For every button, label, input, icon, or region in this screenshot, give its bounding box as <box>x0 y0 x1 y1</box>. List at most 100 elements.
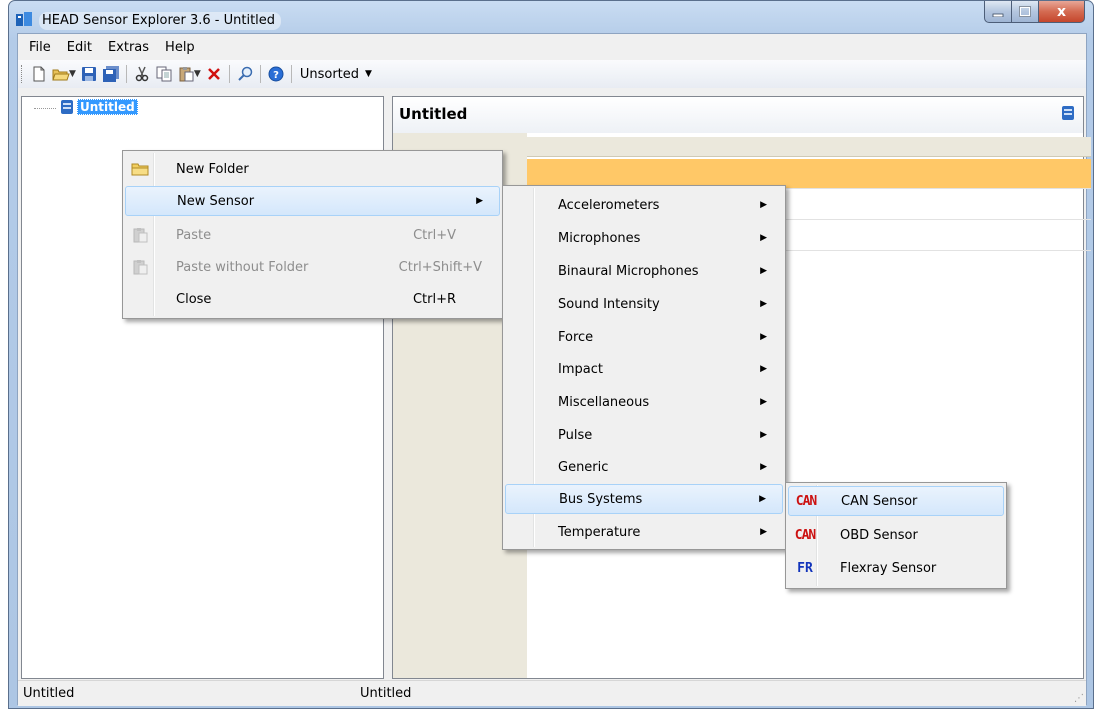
menu-item-label: Accelerometers <box>558 197 660 213</box>
delete-icon <box>207 68 220 80</box>
can-icon: CAN <box>795 493 817 509</box>
menu-item-paste-without-folder[interactable]: Paste without Folder Ctrl+Shift+V <box>125 252 500 282</box>
save-all-icon <box>102 66 119 82</box>
help-icon: ? <box>268 66 284 82</box>
title-bar[interactable]: HEAD Sensor Explorer 3.6 - Untitled x <box>9 1 1093 33</box>
menu-item-label: Binaural Microphones <box>558 263 699 279</box>
save-all-button[interactable] <box>100 63 122 85</box>
menu-item-paste[interactable]: Paste Ctrl+V <box>125 220 500 250</box>
menu-item-impact[interactable]: Impact ▶ <box>505 354 783 384</box>
sort-combo-value: Unsorted <box>299 66 360 82</box>
resize-grip-icon[interactable]: ⋰ <box>1074 693 1084 704</box>
grid-column-header <box>527 137 1091 157</box>
menu-item-generic[interactable]: Generic ▶ <box>505 452 783 482</box>
detail-title: Untitled <box>399 105 468 123</box>
menu-item-label: Paste <box>176 227 212 243</box>
chevron-down-icon: ▼ <box>365 69 372 79</box>
open-icon <box>52 69 70 81</box>
new-button[interactable] <box>28 63 50 85</box>
maximize-button[interactable] <box>1012 1 1039 23</box>
new-icon <box>33 66 45 82</box>
database-icon <box>1062 106 1074 120</box>
minimize-button[interactable] <box>984 1 1012 23</box>
status-left: Untitled <box>23 686 75 701</box>
flexray-icon: FR <box>797 560 813 576</box>
cut-button[interactable] <box>131 63 153 85</box>
status-bar: Untitled Untitled ⋰ <box>18 680 1086 706</box>
save-button[interactable] <box>78 63 100 85</box>
detail-header: Untitled <box>393 97 1083 133</box>
copy-button[interactable] <box>153 63 175 85</box>
help-button[interactable]: ? <box>265 63 287 85</box>
toolbar-separator <box>228 65 230 83</box>
paste-icon <box>130 257 150 277</box>
menu-item-can-sensor[interactable]: CAN CAN Sensor <box>788 486 1004 516</box>
paste-icon <box>179 67 194 82</box>
menu-edit[interactable]: Edit <box>59 38 100 57</box>
menu-help[interactable]: Help <box>157 38 203 57</box>
menu-file[interactable]: File <box>21 38 59 57</box>
submenu-arrow-icon: ▶ <box>760 364 767 374</box>
submenu-arrow-icon: ▶ <box>759 494 766 504</box>
menu-item-new-sensor[interactable]: New Sensor ▶ <box>125 186 500 216</box>
menu-bar: File Edit Extras Help <box>18 34 1086 60</box>
sort-combo[interactable]: Unsorted ▼ <box>300 67 372 82</box>
menu-item-label: Flexray Sensor <box>840 560 937 576</box>
menu-item-miscellaneous[interactable]: Miscellaneous ▶ <box>505 387 783 417</box>
close-button[interactable]: x <box>1039 1 1085 23</box>
menu-item-label: OBD Sensor <box>840 527 918 543</box>
submenu-arrow-icon: ▶ <box>760 299 767 309</box>
submenu-arrow-icon: ▶ <box>476 196 483 206</box>
menu-item-label: Impact <box>558 361 603 377</box>
tree-root-node[interactable]: Untitled <box>60 99 138 115</box>
menu-item-sound-intensity[interactable]: Sound Intensity ▶ <box>505 289 783 319</box>
menu-item-label: New Folder <box>176 161 249 177</box>
menu-extras[interactable]: Extras <box>100 38 157 57</box>
delete-button[interactable] <box>203 63 225 85</box>
toolbar-grip[interactable] <box>21 65 24 83</box>
toolbar-separator <box>259 65 261 83</box>
submenu-arrow-icon: ▶ <box>760 462 767 472</box>
context-menu: New Folder New Sensor ▶ Paste Ctrl+V Pas… <box>122 150 503 319</box>
menu-item-microphones[interactable]: Microphones ▶ <box>505 223 783 253</box>
menu-item-label: Force <box>558 329 594 345</box>
can-icon: CAN <box>794 527 816 543</box>
menu-item-obd-sensor[interactable]: CAN OBD Sensor <box>788 520 1004 550</box>
maximize-icon <box>1019 6 1031 17</box>
menu-item-label: CAN Sensor <box>841 493 918 509</box>
caption-buttons: x <box>984 1 1085 23</box>
menu-item-temperature[interactable]: Temperature ▶ <box>505 517 783 547</box>
menu-item-force[interactable]: Force ▶ <box>505 322 783 352</box>
menu-item-flexray-sensor[interactable]: FR Flexray Sensor <box>788 553 1004 583</box>
menu-item-binaural-microphones[interactable]: Binaural Microphones ▶ <box>505 256 783 286</box>
menu-item-label: Temperature <box>558 524 641 540</box>
tree-root-label[interactable]: Untitled <box>77 99 138 115</box>
menu-item-label: Microphones <box>558 230 641 246</box>
copy-icon <box>156 66 172 82</box>
menu-item-new-folder[interactable]: New Folder <box>125 154 500 184</box>
menu-item-shortcut: Ctrl+R <box>412 291 456 307</box>
menu-item-close[interactable]: Close Ctrl+R <box>125 284 500 314</box>
submenu-arrow-icon: ▶ <box>760 233 767 243</box>
find-button[interactable] <box>234 63 256 85</box>
open-dropdown-icon[interactable]: ▼ <box>69 69 76 79</box>
app-icon <box>16 12 32 26</box>
menu-item-label: Pulse <box>558 427 593 443</box>
cut-icon <box>135 66 149 82</box>
menu-item-bus-systems[interactable]: Bus Systems ▶ <box>505 484 783 514</box>
bus-systems-submenu: CAN CAN Sensor CAN OBD Sensor FR Flexray… <box>785 482 1007 589</box>
menu-item-label: Sound Intensity <box>558 296 660 312</box>
submenu-arrow-icon: ▶ <box>760 266 767 276</box>
menu-item-label: Paste without Folder <box>176 259 309 275</box>
menu-item-accelerometers[interactable]: Accelerometers ▶ <box>505 190 783 220</box>
sensor-submenu: Accelerometers ▶ Microphones ▶ Binaural Mi… <box>502 185 786 550</box>
minimize-icon <box>992 13 1004 17</box>
svg-text:?: ? <box>273 70 279 81</box>
menu-item-label: Close <box>176 291 212 307</box>
menu-item-pulse[interactable]: Pulse ▶ <box>505 420 783 450</box>
menu-item-label: New Sensor <box>177 193 255 209</box>
paste-dropdown-icon[interactable]: ▼ <box>194 69 201 79</box>
menu-item-label: Miscellaneous <box>558 394 650 410</box>
submenu-arrow-icon: ▶ <box>760 430 767 440</box>
status-mid: Untitled <box>360 686 412 701</box>
